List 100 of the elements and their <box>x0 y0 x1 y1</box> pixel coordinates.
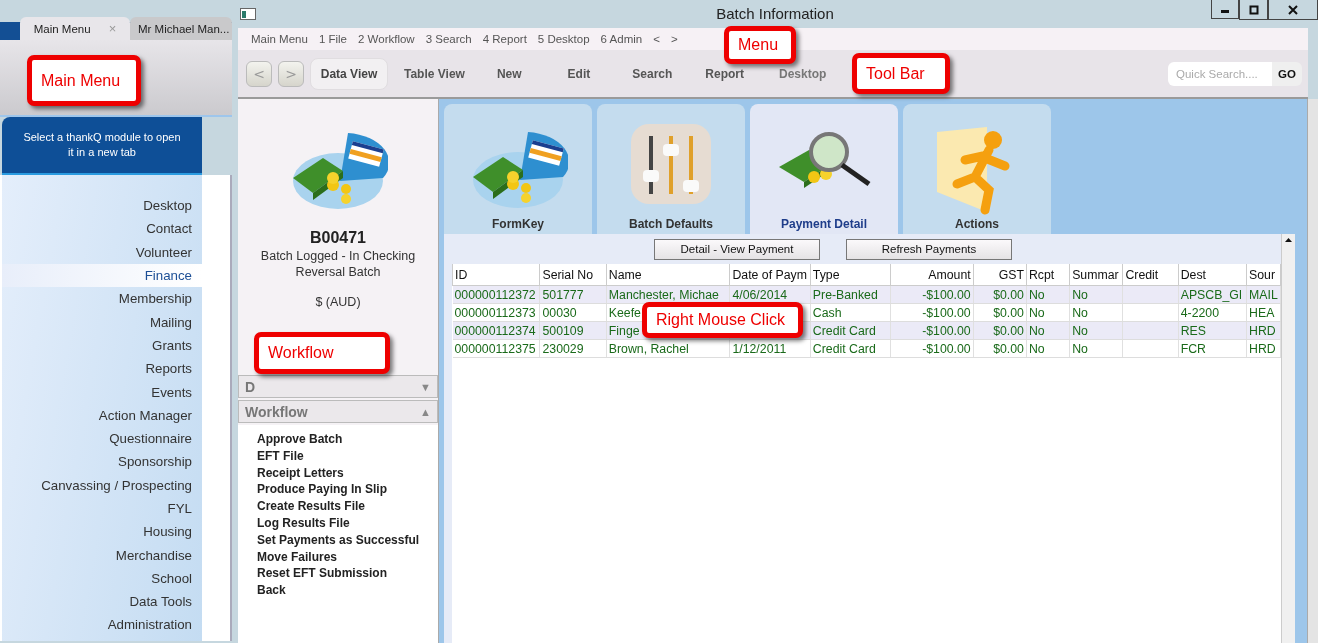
workflow-link[interactable]: Create Results File <box>257 498 366 515</box>
workflow-link[interactable]: Log Results File <box>257 515 350 532</box>
module-item[interactable]: Finance <box>2 263 202 288</box>
table-cell: 230029 <box>539 339 607 358</box>
workflow-link[interactable]: EFT File <box>257 447 304 465</box>
module-item[interactable]: Administration <box>2 613 202 637</box>
batch-id: B00471 <box>309 229 366 247</box>
column-header[interactable]: Summar <box>1069 264 1123 286</box>
table-cell: HRD <box>1246 339 1281 358</box>
menu-item[interactable]: Main Menu <box>246 33 314 45</box>
table-cell: Cash <box>810 303 891 322</box>
module-item[interactable]: Action Manager <box>2 403 202 427</box>
column-header[interactable]: ID <box>452 264 540 286</box>
menu-item[interactable]: > <box>665 33 684 45</box>
column-header[interactable]: Sour <box>1246 264 1281 286</box>
maximize-button[interactable] <box>1239 0 1268 20</box>
go-button[interactable]: GO <box>1272 61 1302 86</box>
column-header[interactable]: Type <box>810 264 891 286</box>
column-header[interactable]: Serial No <box>539 264 607 286</box>
module-item[interactable]: Contact <box>2 217 202 241</box>
menu-item[interactable]: 6 Admin <box>595 33 649 45</box>
column-header[interactable]: Rcpt <box>1026 264 1070 286</box>
window-scrollbar[interactable] <box>1307 99 1318 643</box>
vertical-scrollbar[interactable] <box>1281 234 1295 643</box>
module-tile[interactable]: Batch Defaults <box>597 104 745 234</box>
module-item[interactable]: Grants <box>2 333 202 358</box>
table-cell: HEA <box>1246 303 1281 322</box>
module-item[interactable]: Events <box>2 380 202 404</box>
module-item[interactable]: Reports <box>2 357 202 381</box>
module-item[interactable]: Volunteer <box>2 240 202 264</box>
menu-item[interactable]: 4 Report <box>477 33 533 45</box>
column-header[interactable]: Name <box>606 264 730 286</box>
table-cell: No <box>1069 303 1123 322</box>
batch-type: Reversal Batch <box>295 265 381 279</box>
module-item[interactable]: Mailing <box>2 310 202 334</box>
module-prompt: Select a thankQ module to open it in a new tab <box>2 117 202 175</box>
action-button[interactable]: Detail - View Payment <box>654 238 820 260</box>
callout: Menu <box>724 26 796 64</box>
module-item[interactable]: Membership <box>2 287 202 311</box>
table-cell: 4-2200 <box>1178 303 1247 322</box>
quick-search-field[interactable]: Quick Search.... <box>1168 61 1272 86</box>
section-header[interactable]: D ▼ <box>238 375 438 398</box>
workflow-link[interactable]: Produce Paying In Slip <box>257 481 388 499</box>
module-item[interactable]: School <box>2 566 202 591</box>
module-item[interactable]: Data Tools <box>2 590 202 614</box>
table-cell: 000000112375 <box>452 339 540 358</box>
column-header[interactable]: Dest <box>1178 264 1247 286</box>
sliders-icon <box>629 122 713 206</box>
module-item[interactable]: Housing <box>2 520 202 544</box>
module-item[interactable]: Desktop <box>2 194 202 218</box>
batch-status: Batch Logged - In Checking <box>260 249 416 263</box>
section-header[interactable]: Workflow ▲ <box>238 400 438 423</box>
workflow-link[interactable]: Reset EFT Submission <box>257 565 388 583</box>
toolbar-button[interactable]: Data View <box>310 57 388 90</box>
module-item[interactable]: FYL <box>2 496 202 521</box>
module-tile[interactable]: Actions <box>903 104 1051 234</box>
workflow-link[interactable]: Receipt Letters <box>257 464 344 482</box>
batch-currency: $ (AUD) <box>315 295 361 309</box>
callout: Right Mouse Click <box>642 302 803 338</box>
minimize-button[interactable] <box>1211 0 1239 19</box>
column-header[interactable]: GST <box>973 264 1027 286</box>
callout: Workflow <box>254 332 390 374</box>
column-header[interactable]: Date of Paym <box>729 264 811 286</box>
toolbar-button[interactable]: Edit <box>567 66 591 81</box>
column-header[interactable]: Credit <box>1122 264 1179 286</box>
menu-item[interactable]: < <box>648 33 666 45</box>
toolbar-button[interactable]: Table View <box>404 66 465 81</box>
workflow-link[interactable]: Back <box>257 582 286 599</box>
close-button[interactable] <box>1268 0 1318 20</box>
table-cell: -$100.00 <box>890 303 974 322</box>
table-cell: Credit Card <box>810 339 891 358</box>
table-cell: No <box>1026 339 1070 358</box>
workflow-link[interactable]: Approve Batch <box>257 431 343 448</box>
module-item[interactable]: Merchandise <box>2 543 202 567</box>
tab[interactable]: Mr Michael Man... <box>130 17 232 40</box>
module-tile[interactable]: FormKey <box>444 104 592 234</box>
close-icon <box>1288 4 1298 15</box>
table-cell: 000000112373 <box>452 303 540 322</box>
module-item[interactable]: Questionnaire <box>2 426 202 451</box>
maximize-icon <box>1248 4 1259 15</box>
window-title: Batch Information <box>716 5 834 22</box>
toolbar-button[interactable]: Report <box>705 66 744 81</box>
workflow-link[interactable]: Set Payments as Successful <box>257 531 420 549</box>
toolbar-button[interactable]: Search <box>632 66 673 81</box>
toolbar-button[interactable]: New <box>496 66 522 81</box>
table-cell: $0.00 <box>973 303 1027 322</box>
table-cell: -$100.00 <box>890 339 974 358</box>
menu-item[interactable]: 5 Desktop <box>532 33 596 45</box>
menu-item[interactable]: 2 Workflow <box>353 33 421 45</box>
menu-item[interactable]: 1 File <box>313 33 353 45</box>
module-item[interactable]: Canvassing / Prospecting <box>2 473 202 497</box>
action-button[interactable]: Refresh Payments <box>846 238 1012 260</box>
module-item[interactable]: Sponsorship <box>2 450 202 474</box>
tab[interactable]: Main Menu × <box>20 17 130 40</box>
module-tile[interactable]: Payment Detail <box>750 104 898 234</box>
table-cell: Brown, Rachel <box>606 339 730 358</box>
menu-item[interactable]: 3 Search <box>420 33 478 45</box>
window-icon <box>240 8 256 20</box>
column-header[interactable]: Amount <box>890 264 974 286</box>
workflow-link[interactable]: Move Failures <box>257 548 338 566</box>
